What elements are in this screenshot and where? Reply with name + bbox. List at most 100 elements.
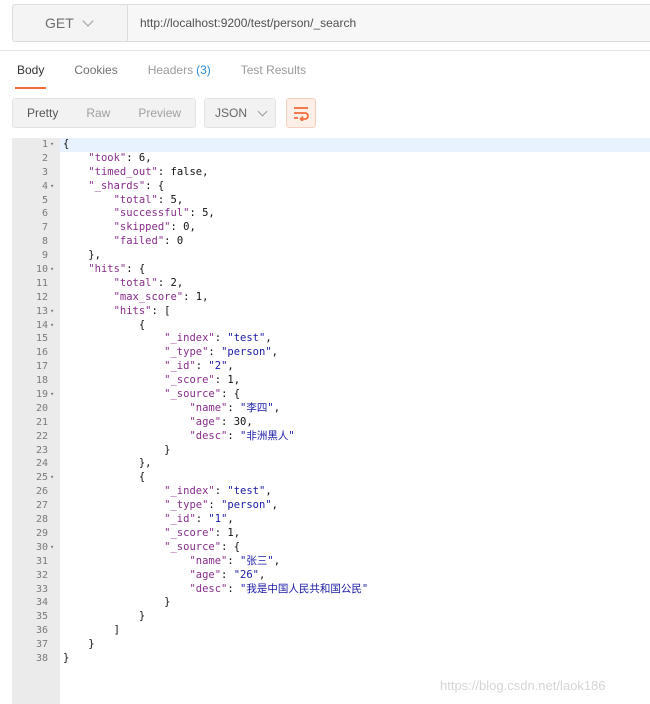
- line-number: 3: [41, 166, 48, 178]
- code-text: "_source": {: [164, 540, 241, 553]
- code-line: 37 }: [36, 638, 650, 652]
- code-line: 15 "_index": "test",: [36, 332, 650, 346]
- method-select[interactable]: GET: [12, 4, 128, 42]
- pretty-button[interactable]: Pretty: [13, 99, 72, 127]
- code-line: 10 ▾ "hits": {: [36, 263, 650, 277]
- line-number: 20: [35, 402, 48, 414]
- code-line: 24 },: [36, 457, 650, 471]
- code-line: 18 "_score": 1,: [36, 374, 650, 388]
- wrap-lines-icon: [294, 107, 309, 121]
- code-text: "age": 30,: [189, 415, 253, 428]
- fold-toggle-icon[interactable]: ▾: [50, 541, 54, 555]
- tab-cookies[interactable]: Cookies: [74, 51, 117, 89]
- code-text: "_score": 1,: [164, 374, 241, 387]
- fold-toggle-icon[interactable]: ▾: [50, 138, 54, 152]
- line-number: 26: [35, 486, 48, 498]
- code-line: 7 "skipped": 0,: [42, 221, 650, 235]
- code-text: "_type": "person",: [164, 499, 278, 512]
- tab-headers[interactable]: Headers (3): [148, 51, 211, 89]
- wrap-lines-button[interactable]: [286, 98, 317, 128]
- line-number: 30: [35, 541, 48, 553]
- tab-body[interactable]: Body: [14, 51, 47, 89]
- code-line: 23 }: [36, 444, 650, 458]
- tab-test-results-label: Test Results: [240, 63, 307, 77]
- code-line: 14 ▾ {: [36, 319, 650, 333]
- code-text: "_id": "2",: [164, 360, 234, 373]
- url-input[interactable]: http://localhost:9200/test/person/_searc…: [128, 4, 650, 42]
- request-bar: GET http://localhost:9200/test/person/_s…: [12, 4, 650, 42]
- code-text: "_index": "test",: [164, 332, 272, 345]
- code-line: 20 "name": "李四",: [36, 402, 650, 416]
- code-line: 11 "total": 2,: [36, 277, 650, 291]
- line-number: 9: [41, 250, 48, 262]
- language-label: JSON: [215, 106, 248, 120]
- language-select[interactable]: JSON: [204, 98, 277, 128]
- code-text: "took": 6,: [88, 151, 152, 164]
- line-number: 22: [35, 430, 48, 442]
- response-body-editor[interactable]: 1 ▾{2 "took": 6, 3 "timed_out": false, 4 ▾ "…: [12, 138, 650, 704]
- format-toolbar: Pretty Raw Preview JSON: [12, 97, 317, 129]
- line-number: 4: [41, 180, 48, 192]
- line-number: 28: [35, 514, 48, 526]
- tab-cookies-label: Cookies: [74, 63, 118, 77]
- preview-button[interactable]: Preview: [124, 99, 195, 127]
- code-line: 22 "desc": "非洲黑人": [36, 430, 650, 444]
- code-text: }: [63, 638, 95, 651]
- fold-toggle-icon[interactable]: ▾: [50, 263, 54, 277]
- fold-toggle-icon[interactable]: ▾: [50, 180, 54, 194]
- line-number: 38: [35, 652, 48, 664]
- code-text: }: [63, 651, 70, 664]
- code-text: "max_score": 1,: [113, 290, 209, 303]
- code-line: 30 ▾ "_source": {: [36, 540, 650, 555]
- fold-toggle-icon[interactable]: ▾: [50, 305, 54, 319]
- response-tabs: Body Cookies Headers (3) Test Results: [0, 51, 650, 89]
- code-text: "hits": {: [88, 263, 146, 276]
- line-number: 21: [35, 416, 48, 428]
- line-number: 15: [35, 333, 48, 345]
- code-line: 35 }: [36, 610, 650, 624]
- line-number: 12: [35, 291, 48, 303]
- code-line: 32 "age": "26",: [36, 569, 650, 583]
- line-number: 10: [35, 264, 48, 276]
- line-number: 1: [41, 139, 48, 150]
- line-number: 11: [35, 277, 48, 289]
- code-line: 2 "took": 6,: [42, 151, 650, 166]
- code-line: 6 "successful": 5,: [42, 207, 650, 221]
- code-text: "skipped": 0,: [113, 221, 196, 234]
- code-line: 21 "age": 30,: [36, 415, 650, 430]
- tab-test-results[interactable]: Test Results: [241, 51, 306, 89]
- code-line: 26 "_index": "test",: [36, 485, 650, 499]
- line-number: 13: [35, 305, 48, 317]
- code-text: "desc": "我是中国人民共和国公民": [189, 582, 369, 595]
- code-line: 36 ]: [36, 624, 650, 638]
- line-number: 17: [35, 361, 48, 373]
- line-number: 19: [35, 389, 48, 401]
- raw-button[interactable]: Raw: [72, 99, 124, 127]
- code-line: 5 "total": 5,: [42, 193, 650, 208]
- code-text: }: [63, 596, 171, 609]
- line-number: 14: [35, 319, 48, 331]
- code-line: 13 ▾ "hits": [: [36, 305, 650, 319]
- line-number: 25: [35, 472, 48, 484]
- code-area: 1 ▾{2 "took": 6, 3 "timed_out": false, 4 ▾ "…: [36, 138, 650, 666]
- chevron-down-icon: [257, 106, 268, 116]
- line-number: 2: [41, 152, 48, 164]
- code-text: },: [63, 457, 152, 470]
- watermark: https://blog.csdn.net/laok186: [440, 678, 606, 693]
- code-text: "_id": "1",: [164, 513, 234, 526]
- line-number: 29: [35, 527, 48, 539]
- code-text: "_type": "person",: [164, 346, 278, 359]
- code-line: 8 "failed": 0: [42, 235, 650, 249]
- line-number: 16: [35, 347, 48, 359]
- code-text: "_score": 1,: [164, 526, 241, 539]
- line-number: 5: [41, 194, 48, 206]
- fold-toggle-icon[interactable]: ▾: [50, 319, 54, 333]
- fold-toggle-icon[interactable]: ▾: [50, 388, 54, 402]
- tab-body-label: Body: [17, 63, 45, 77]
- format-group: Pretty Raw Preview: [12, 98, 197, 128]
- line-number: 33: [35, 583, 48, 595]
- code-line: 16 "_type": "person",: [36, 346, 650, 360]
- fold-toggle-icon[interactable]: ▾: [50, 471, 54, 485]
- code-line: 33 "desc": "我是中国人民共和国公民": [36, 582, 650, 597]
- code-text: "total": 5,: [113, 193, 184, 206]
